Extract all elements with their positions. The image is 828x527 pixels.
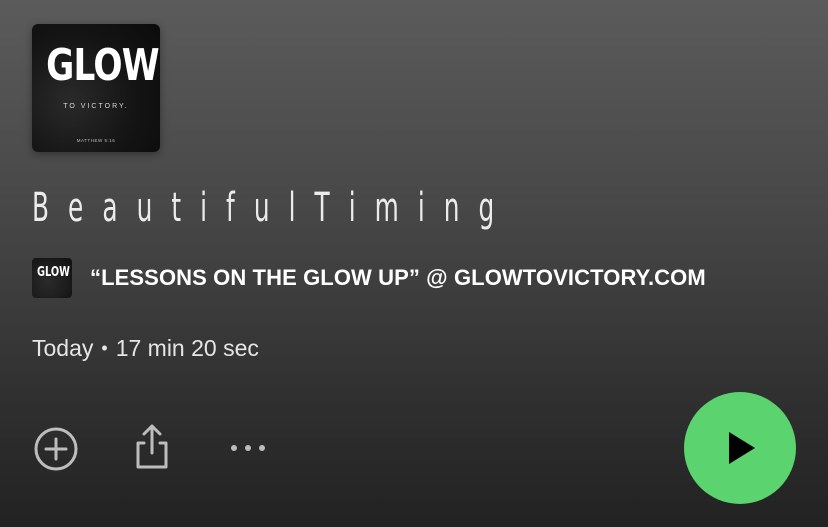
episode-cover-art: GLOW TO VICTORY. MATTHEW 5:16 (32, 24, 160, 152)
play-button[interactable] (684, 392, 796, 504)
show-thumbnail-text: GLOW (37, 265, 70, 280)
episode-title: B e a u t i f u l T i m i n g (32, 185, 500, 231)
show-link[interactable]: GLOW “LESSONS ON THE GLOW UP” @ GLOWTOVI… (32, 258, 706, 298)
add-to-library-button[interactable] (32, 425, 80, 473)
episode-date: Today (32, 335, 94, 361)
more-horizontal-icon (231, 445, 265, 451)
share-button[interactable] (128, 422, 176, 472)
play-icon (729, 432, 755, 464)
meta-separator: • (101, 338, 108, 358)
share-icon (136, 424, 168, 469)
episode-meta: Today • 17 min 20 sec (32, 335, 259, 362)
more-options-button[interactable] (224, 432, 272, 464)
cover-brand-text: GLOW (46, 40, 160, 91)
cover-subtitle-text: TO VICTORY. (63, 103, 129, 110)
plus-circle-icon (34, 427, 78, 471)
cover-verse-text: MATTHEW 5:16 (76, 138, 116, 143)
show-name[interactable]: “LESSONS ON THE GLOW UP” @ GLOWTOVICTORY… (90, 265, 706, 291)
episode-duration: 17 min 20 sec (115, 335, 259, 361)
show-thumbnail[interactable]: GLOW (32, 258, 72, 298)
